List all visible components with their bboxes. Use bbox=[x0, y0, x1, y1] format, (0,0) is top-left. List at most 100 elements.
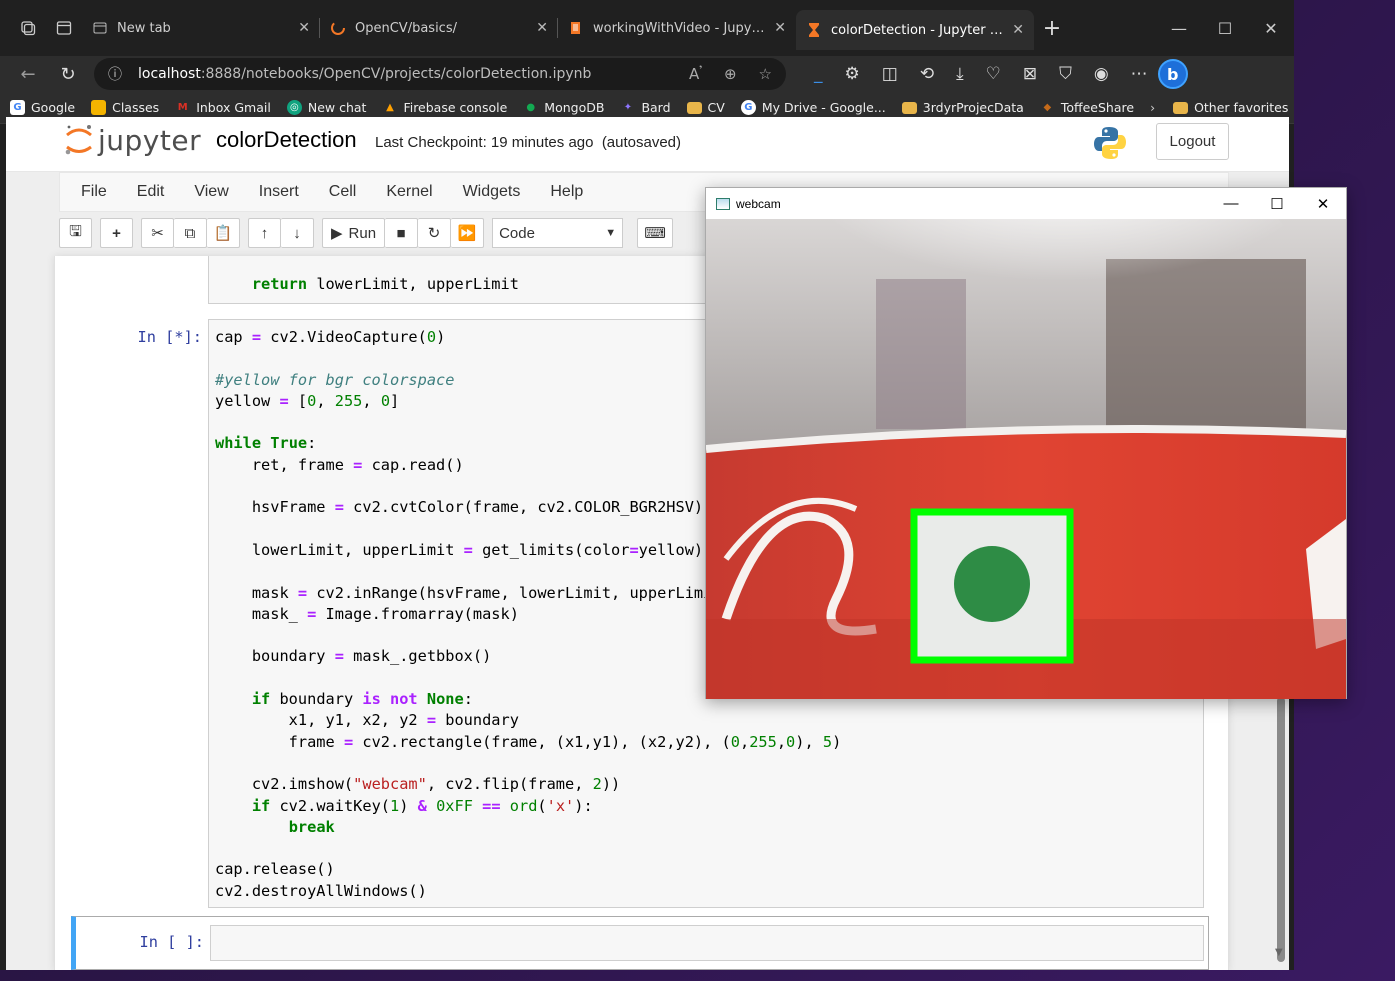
chevron-right-icon[interactable]: › bbox=[1150, 100, 1155, 115]
minimize-icon[interactable]: — bbox=[1156, 19, 1202, 38]
bookmark-classes[interactable]: Classes bbox=[91, 100, 159, 115]
webcam-titlebar[interactable]: webcam — ☐ ✕ bbox=[706, 188, 1346, 219]
read-aloud-icon[interactable]: A𝄒 bbox=[689, 65, 702, 83]
navigation-bar: ← ↻ ⓘ localhost:8888/notebooks/OpenCV/pr… bbox=[0, 56, 1294, 92]
performance-icon[interactable]: ♡ bbox=[986, 64, 1001, 84]
tab-strip: New tab ✕ OpenCV/basics/ ✕ workingWithVi… bbox=[0, 0, 1294, 56]
jupyter-logo-icon bbox=[65, 125, 92, 155]
browser-essentials-icon[interactable]: ⛉ bbox=[1059, 64, 1072, 84]
math-solver-icon[interactable]: ⊠ bbox=[1023, 64, 1037, 84]
run-button[interactable]: ▶ Run bbox=[322, 218, 386, 248]
webcam-image bbox=[706, 219, 1346, 699]
maximize-icon[interactable]: ☐ bbox=[1202, 19, 1248, 38]
menu-help[interactable]: Help bbox=[550, 183, 583, 201]
menu-edit[interactable]: Edit bbox=[137, 183, 165, 201]
menu-file[interactable]: File bbox=[81, 183, 107, 201]
menu-view[interactable]: View bbox=[194, 183, 228, 201]
more-menu-icon[interactable]: ⋯ bbox=[1131, 64, 1148, 84]
newtab-icon bbox=[93, 22, 107, 34]
close-tab-icon[interactable]: ✕ bbox=[536, 20, 548, 36]
window-app-icon bbox=[716, 197, 730, 210]
stop-icon[interactable]: ■ bbox=[385, 218, 419, 248]
logout-button[interactable]: Logout bbox=[1156, 123, 1229, 160]
notebook-toolbar: 🖫 + ✂ ⧉ 📋 ↑ ↓ ▶ Run ■ ↻ ⏩ Code ▼ ⌨ bbox=[59, 216, 674, 250]
selected-empty-cell[interactable]: In [ ]: bbox=[71, 916, 1209, 970]
maximize-icon[interactable]: ☐ bbox=[1254, 195, 1300, 213]
bookmark-inbox-gmail[interactable]: M Inbox Gmail bbox=[175, 100, 271, 115]
close-tab-icon[interactable]: ✕ bbox=[774, 20, 786, 36]
empty-cell-input[interactable] bbox=[210, 925, 1204, 961]
split-screen-icon[interactable]: ◫ bbox=[882, 64, 898, 84]
webcam-window[interactable]: webcam — ☐ ✕ bbox=[705, 187, 1347, 699]
tab-title: workingWithVideo - Jupyter Note bbox=[593, 20, 767, 36]
bookmark-bard[interactable]: ✦ Bard bbox=[620, 100, 671, 115]
notebook-name[interactable]: colorDetection bbox=[216, 127, 357, 153]
zoom-icon[interactable]: ⊕ bbox=[724, 65, 737, 83]
tab-actions-icon[interactable] bbox=[46, 10, 82, 46]
jupyter-header: jupyter colorDetection Last Checkpoint: … bbox=[6, 117, 1289, 172]
refresh-icon[interactable]: ↻ bbox=[48, 64, 88, 85]
cell-prompt: In [ ]: bbox=[139, 933, 204, 951]
bookmark-folder-cv[interactable]: CV bbox=[686, 100, 725, 115]
restart-icon[interactable]: ↻ bbox=[418, 218, 452, 248]
notebook-icon bbox=[571, 22, 580, 34]
insert-cell-icon[interactable]: + bbox=[100, 218, 133, 248]
favorite-star-icon[interactable]: ☆ bbox=[759, 65, 772, 83]
close-tab-icon[interactable]: ✕ bbox=[1012, 22, 1024, 38]
page-scrollbar[interactable] bbox=[1277, 697, 1285, 962]
bookmark-my-drive[interactable]: G My Drive - Google... bbox=[740, 100, 886, 115]
menu-kernel[interactable]: Kernel bbox=[386, 183, 432, 201]
bookmark-toffeeshare[interactable]: ◆ ToffeeShare bbox=[1040, 100, 1134, 115]
back-icon[interactable]: ← bbox=[8, 64, 48, 85]
fast-forward-icon[interactable]: ⏩ bbox=[451, 218, 485, 248]
close-window-icon[interactable]: ✕ bbox=[1300, 195, 1346, 213]
new-tab-button[interactable]: + bbox=[1034, 16, 1070, 41]
tab-color-detection[interactable]: colorDetection - Jupyter Notebo ✕ bbox=[796, 10, 1034, 50]
close-tab-icon[interactable]: ✕ bbox=[298, 20, 310, 36]
bookmark-mongodb[interactable]: ● MongoDB bbox=[523, 100, 604, 115]
bookmark-new-chat[interactable]: ◎ New chat bbox=[286, 100, 366, 115]
tab-opencv-basics[interactable]: OpenCV/basics/ ✕ bbox=[320, 10, 558, 46]
cell-type-select[interactable]: Code ▼ bbox=[492, 218, 624, 248]
bookmark-google[interactable]: G Google bbox=[10, 100, 75, 115]
webcam-title: webcam bbox=[736, 196, 781, 211]
url-path: :8888/notebooks/OpenCV/projects/colorDet… bbox=[200, 66, 592, 82]
address-bar[interactable]: ⓘ localhost:8888/notebooks/OpenCV/projec… bbox=[94, 58, 786, 90]
scroll-down-icon[interactable]: ▼ bbox=[1275, 947, 1283, 958]
info-icon[interactable]: ⓘ bbox=[108, 64, 122, 84]
tab-new-tab[interactable]: New tab ✕ bbox=[82, 10, 320, 46]
menu-cell[interactable]: Cell bbox=[329, 183, 357, 201]
checkpoint-status: Last Checkpoint: 19 minutes ago (autosav… bbox=[375, 134, 682, 151]
bookmark-other-favorites[interactable]: Other favorites bbox=[1173, 100, 1288, 115]
close-window-icon[interactable]: ✕ bbox=[1248, 19, 1294, 38]
workspaces-icon[interactable] bbox=[10, 10, 46, 46]
bookmark-folder-3rdyr[interactable]: 3rdyrProjecData bbox=[901, 100, 1024, 115]
tab-title: OpenCV/basics/ bbox=[355, 20, 457, 36]
profile-avatar-icon[interactable]: ◉ bbox=[1094, 64, 1109, 84]
bookmark-firebase-console[interactable]: ▲ Firebase console bbox=[382, 100, 507, 115]
move-up-icon[interactable]: ↑ bbox=[248, 218, 281, 248]
tab-working-with-video[interactable]: workingWithVideo - Jupyter Note ✕ bbox=[558, 10, 796, 46]
keyboard-icon[interactable]: ⌨ bbox=[637, 218, 674, 248]
chevron-down-icon: ▼ bbox=[605, 227, 617, 239]
copy-icon[interactable]: ⧉ bbox=[174, 218, 207, 248]
extensions-icon[interactable]: ⚙ bbox=[845, 64, 860, 84]
move-down-icon[interactable]: ↓ bbox=[281, 218, 314, 248]
bing-copilot-icon[interactable]: b bbox=[1157, 59, 1188, 89]
menu-insert[interactable]: Insert bbox=[259, 183, 299, 201]
url-host: localhost bbox=[138, 66, 201, 82]
minimize-icon[interactable]: — bbox=[1208, 195, 1254, 213]
jupyter-spinner-icon bbox=[331, 21, 345, 35]
save-icon[interactable]: 🖫 bbox=[59, 218, 92, 248]
cell-prompt: In [*]: bbox=[137, 328, 202, 346]
browser-toolbar: _ ⚙ ◫ ⟲ ⤓ ♡ ⊠ ⛉ ◉ ⋯ bbox=[814, 64, 1148, 84]
tab-title: colorDetection - Jupyter Notebo bbox=[831, 22, 1004, 38]
history-icon[interactable]: ⟲ bbox=[920, 64, 934, 84]
paste-icon[interactable]: 📋 bbox=[207, 218, 240, 248]
cut-icon[interactable]: ✂ bbox=[141, 218, 174, 248]
tab-title: New tab bbox=[117, 20, 171, 36]
menu-widgets[interactable]: Widgets bbox=[463, 183, 521, 201]
downloads-icon[interactable]: ⤓ bbox=[956, 64, 964, 84]
jupyter-logo[interactable]: jupyter bbox=[64, 123, 201, 157]
download-progress-icon[interactable]: _ bbox=[814, 64, 823, 84]
